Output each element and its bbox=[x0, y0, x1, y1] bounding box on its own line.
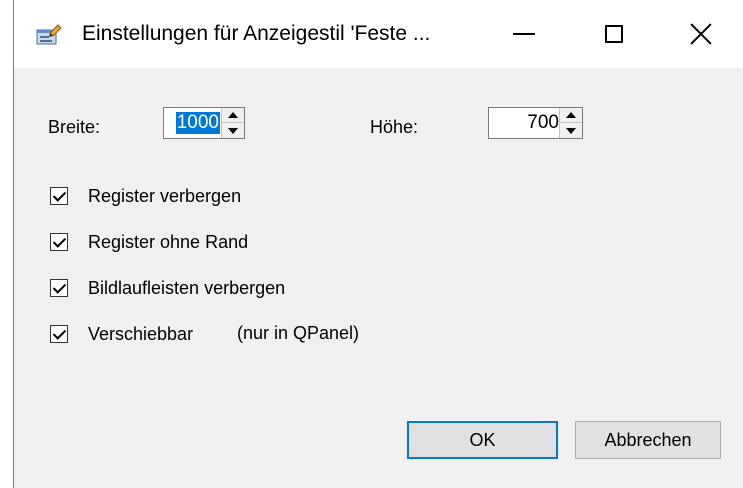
close-icon bbox=[689, 22, 713, 46]
chevron-down-icon bbox=[566, 127, 576, 134]
width-spinner[interactable]: 1000 bbox=[163, 107, 245, 139]
checkbox-label: Register ohne Rand bbox=[88, 231, 249, 252]
close-button[interactable] bbox=[656, 0, 743, 68]
height-increment-button[interactable] bbox=[560, 108, 582, 123]
title-bar[interactable]: Einstellungen für Anzeigestil 'Feste ... bbox=[14, 0, 743, 68]
settings-dialog: Einstellungen für Anzeigestil 'Feste ...… bbox=[14, 0, 743, 488]
maximize-icon bbox=[605, 25, 623, 43]
cancel-button[interactable]: Abbrechen bbox=[575, 421, 721, 459]
height-decrement-button[interactable] bbox=[560, 123, 582, 138]
settings-form-icon bbox=[36, 24, 62, 46]
ok-button[interactable]: OK bbox=[407, 421, 558, 459]
height-spinner[interactable]: 700 bbox=[488, 107, 583, 139]
minimize-button[interactable] bbox=[479, 0, 569, 68]
checkbox-checked-icon[interactable] bbox=[50, 325, 68, 343]
width-label: Breite: bbox=[48, 117, 101, 137]
width-input[interactable]: 1000 bbox=[175, 112, 220, 134]
checkbox-checked-icon[interactable] bbox=[50, 187, 68, 205]
chevron-up-icon bbox=[228, 112, 238, 118]
checkbox-checked-icon[interactable] bbox=[50, 233, 68, 251]
checkbox-movable[interactable]: Verschiebbar bbox=[50, 322, 193, 346]
chevron-up-icon bbox=[566, 112, 576, 118]
height-spinner-arrows bbox=[559, 108, 582, 138]
height-label: Höhe: bbox=[370, 117, 419, 137]
checkbox-label: Bildlaufleisten verbergen bbox=[88, 277, 286, 298]
window-title: Einstellungen für Anzeigestil 'Feste ... bbox=[82, 22, 431, 45]
checkbox-hide-scrollbars[interactable]: Bildlaufleisten verbergen bbox=[50, 276, 285, 300]
background-window-edge bbox=[0, 0, 14, 488]
checkbox-label: Verschiebbar bbox=[88, 323, 194, 344]
checkbox-hide-tabs[interactable]: Register verbergen bbox=[50, 184, 241, 208]
movable-note: (nur in QPanel) bbox=[237, 323, 360, 343]
checkbox-label: Register verbergen bbox=[88, 185, 242, 206]
minimize-icon bbox=[513, 33, 535, 35]
maximize-button[interactable] bbox=[569, 0, 659, 68]
checkbox-tabs-no-border[interactable]: Register ohne Rand bbox=[50, 230, 248, 254]
width-decrement-button[interactable] bbox=[222, 123, 244, 138]
checkbox-checked-icon[interactable] bbox=[50, 279, 68, 297]
width-increment-button[interactable] bbox=[222, 108, 244, 123]
chevron-down-icon bbox=[228, 127, 238, 134]
width-spinner-arrows bbox=[221, 108, 244, 138]
height-input[interactable]: 700 bbox=[527, 112, 559, 134]
